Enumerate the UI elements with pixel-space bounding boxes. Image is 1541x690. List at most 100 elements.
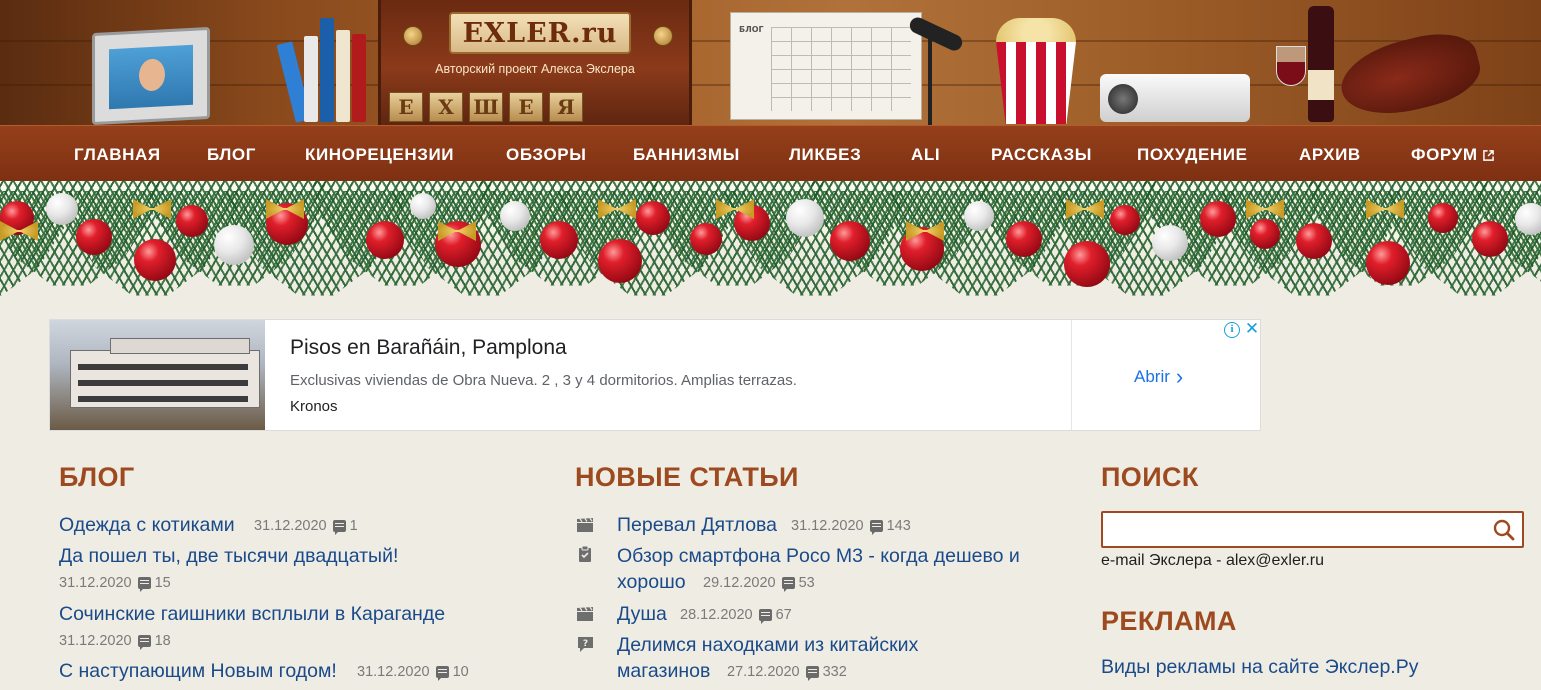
nav-item-reviews[interactable]: ОБЗОРЫ: [506, 126, 586, 182]
article-link[interactable]: Душа: [617, 603, 667, 626]
ads-section-title: РЕКЛАМА: [1101, 606, 1237, 636]
search-box: [1101, 511, 1524, 548]
post-meta: 31.12.2020 15: [59, 575, 171, 592]
info-icon[interactable]: i: [1224, 322, 1240, 338]
ornament-ball: [786, 199, 824, 237]
ornament-ball: [366, 221, 404, 259]
post-meta: 31.12.2020 18: [59, 633, 171, 650]
nav-item-likbez[interactable]: ЛИКБЕЗ: [789, 126, 861, 182]
nav-item-blog[interactable]: БЛОГ: [207, 126, 256, 182]
logo-board[interactable]: EXLER.ru Авторский проект Алекса Экслера…: [378, 0, 692, 125]
nav-item-archive[interactable]: АРХИВ: [1299, 126, 1361, 182]
close-icon[interactable]: ✕: [1244, 320, 1260, 338]
external-link-icon: [1482, 150, 1494, 161]
main-nav: ГЛАВНАЯ БЛОГ КИНОРЕЦЕНЗИИ ОБЗОРЫ БАННИЗМ…: [0, 125, 1541, 181]
nav-item-forum-label: ФОРУМ: [1411, 145, 1478, 164]
letter-block: Х: [429, 92, 463, 122]
ad-building-image[interactable]: [50, 320, 265, 430]
post-meta: 31.12.2020 1: [254, 518, 358, 535]
nav-item-bannizmy[interactable]: БАННИЗМЫ: [633, 126, 740, 182]
ad-title[interactable]: Pisos en Barañáin, Pamplona: [290, 336, 567, 360]
comment-icon: [869, 520, 883, 535]
comment-count[interactable]: 332: [823, 664, 847, 680]
comment-count[interactable]: 15: [155, 575, 171, 591]
ornament-ball: [690, 223, 722, 255]
nav-item-diet[interactable]: ПОХУДЕНИЕ: [1137, 126, 1248, 182]
post-date: 31.12.2020: [357, 664, 430, 680]
ad-banner[interactable]: Pisos en Barañáin, Pamplona Exclusivas v…: [49, 319, 1261, 431]
ornament-ball: [46, 193, 78, 225]
ornament-ball: [410, 193, 436, 219]
blog-post-link[interactable]: Сочинские гаишники всплыли в Караганде: [59, 603, 445, 626]
letter-block: Я: [549, 92, 583, 122]
post-date: 31.12.2020: [59, 633, 132, 649]
post-date: 31.12.2020: [59, 575, 132, 591]
ornament-ball: [500, 201, 530, 231]
blog-post-link[interactable]: С наступающим Новым годом!: [59, 660, 337, 683]
ad-open-label: Abrir: [1134, 367, 1170, 386]
article-link[interactable]: Делимся находками из китайских: [617, 634, 918, 657]
search-input[interactable]: [1103, 513, 1483, 546]
ornament-ball: [1006, 221, 1042, 257]
search-section-title: ПОИСК: [1101, 462, 1199, 492]
comment-count[interactable]: 53: [799, 575, 815, 591]
article-meta: 29.12.2020 53: [703, 575, 815, 592]
nav-item-home[interactable]: ГЛАВНАЯ: [74, 126, 161, 182]
calendar-image: БЛОГ: [730, 12, 922, 120]
ornament-ball: [1366, 241, 1410, 285]
article-link-cont[interactable]: хорошо: [617, 571, 686, 594]
ornament-ball: [1110, 205, 1140, 235]
comment-count[interactable]: 10: [453, 664, 469, 680]
ad-divider: [1071, 320, 1072, 430]
christmas-garland: [0, 181, 1541, 306]
search-icon[interactable]: [1492, 518, 1516, 542]
article-date: 29.12.2020: [703, 575, 776, 591]
blog-post-link[interactable]: Одежда с котиками: [59, 514, 235, 537]
ornament-ball: [540, 221, 578, 259]
comment-icon: [435, 666, 449, 681]
ornament-ball: [636, 201, 670, 235]
nav-item-ali[interactable]: ALI: [911, 126, 940, 182]
comment-count[interactable]: 1: [350, 518, 358, 534]
ad-source: Kronos: [290, 398, 338, 415]
nav-item-reviews-film[interactable]: КИНОРЕЦЕНЗИИ: [305, 126, 454, 182]
clapperboard-icon: [577, 517, 593, 532]
logo[interactable]: EXLER.ru: [449, 12, 631, 54]
blog-post-link[interactable]: Да пошел ты, две тысячи двадцатый!: [59, 545, 398, 568]
ornament-ball: [134, 239, 176, 281]
ornament-ball: [1152, 225, 1188, 261]
site-header: EXLER.ru Авторский проект Алекса Экслера…: [0, 0, 1541, 125]
article-link[interactable]: Перевал Дятлова: [617, 514, 777, 537]
ornament-ball: [1515, 203, 1541, 235]
chevron-right-icon: ›: [1175, 364, 1184, 389]
projector-lens: [1108, 84, 1138, 114]
post-date: 31.12.2020: [254, 518, 327, 534]
ads-info-link[interactable]: Виды рекламы на сайте Экслер.Ру: [1101, 656, 1418, 679]
knob-icon: [403, 26, 423, 46]
article-meta: 28.12.2020 67: [680, 607, 792, 624]
ornament-ball: [1064, 241, 1110, 287]
article-link-cont[interactable]: магазинов: [617, 660, 710, 683]
ornament-ball: [830, 221, 870, 261]
popcorn-bucket: [996, 42, 1076, 124]
ad-open-button[interactable]: Abrir ›: [1134, 364, 1183, 390]
calendar-label: БЛОГ: [739, 25, 764, 34]
letter-block: Е: [389, 92, 423, 122]
ornament-ball: [214, 225, 254, 265]
logo-subtitle: Авторский проект Алекса Экслера: [435, 62, 635, 76]
knob-icon: [653, 26, 673, 46]
microphone-stand: [928, 30, 932, 125]
comment-count[interactable]: 67: [776, 607, 792, 623]
nav-item-stories[interactable]: РАССКАЗЫ: [991, 126, 1092, 182]
comment-count[interactable]: 18: [155, 633, 171, 649]
article-link[interactable]: Обзор смартфона Poco M3 - когда дешево и: [617, 545, 1020, 568]
books-image: [276, 14, 376, 123]
clipboard-check-icon: [579, 546, 591, 562]
comment-count[interactable]: 143: [887, 518, 911, 534]
comment-icon: [137, 635, 151, 650]
comment-icon: [758, 609, 772, 624]
blog-section-title: БЛОГ: [59, 462, 135, 492]
article-meta: 27.12.2020 332: [727, 664, 847, 681]
nav-item-forum[interactable]: ФОРУМ: [1411, 126, 1494, 182]
ornament-ball: [76, 219, 112, 255]
